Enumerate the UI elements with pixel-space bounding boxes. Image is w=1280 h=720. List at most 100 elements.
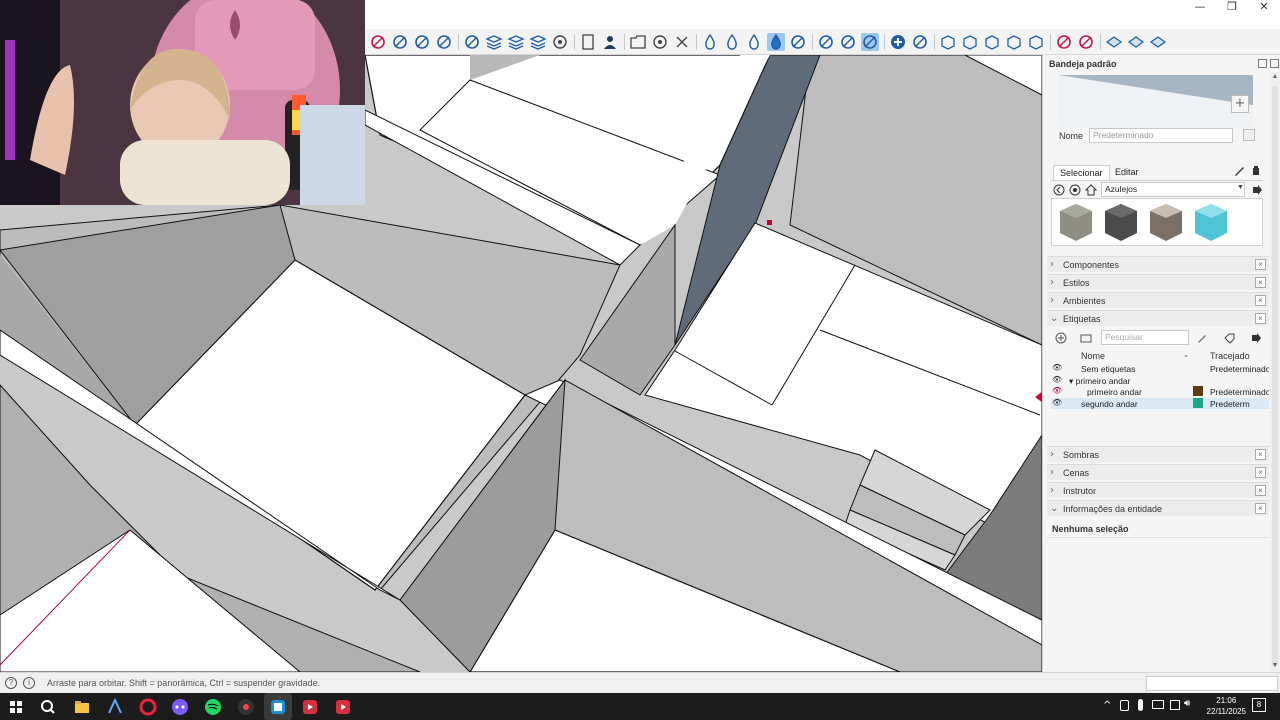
close-x-icon[interactable] bbox=[673, 33, 691, 51]
visibility-eye-icon[interactable]: 👁︎ bbox=[1052, 364, 1062, 372]
drop3-icon[interactable] bbox=[745, 33, 763, 51]
forward-icon[interactable] bbox=[1069, 184, 1081, 196]
material-tile-stone[interactable] bbox=[1055, 201, 1097, 243]
zoom-extents-icon[interactable] bbox=[435, 33, 453, 51]
add-folder-icon[interactable] bbox=[1080, 332, 1092, 344]
paint-bucket-icon[interactable] bbox=[1250, 165, 1262, 177]
usb-icon[interactable] bbox=[1120, 700, 1129, 711]
box1-icon[interactable] bbox=[939, 33, 957, 51]
eyedropper-icon[interactable] bbox=[1233, 165, 1245, 177]
box2-icon[interactable] bbox=[961, 33, 979, 51]
details-arrow-icon[interactable] bbox=[1251, 184, 1263, 196]
add-circle-icon[interactable] bbox=[889, 33, 907, 51]
layer2-icon[interactable] bbox=[507, 33, 525, 51]
measurements-box[interactable] bbox=[1146, 676, 1278, 691]
section-plane-icon[interactable] bbox=[463, 33, 481, 51]
move-icon[interactable] bbox=[1055, 33, 1073, 51]
opera-icon[interactable] bbox=[138, 697, 158, 717]
tab-select[interactable]: Selecionar bbox=[1053, 165, 1110, 181]
search-icon[interactable] bbox=[38, 697, 58, 717]
section-estilos[interactable]: › Estilos × bbox=[1047, 274, 1269, 290]
material-tile-blue[interactable] bbox=[1190, 201, 1232, 243]
flat2-icon[interactable] bbox=[1127, 33, 1145, 51]
flat1-icon[interactable] bbox=[1105, 33, 1123, 51]
visibility-eye-icon[interactable]: 👁︎ bbox=[1052, 387, 1062, 395]
create-material-button[interactable]: + bbox=[1231, 95, 1249, 113]
diamond-icon[interactable] bbox=[789, 33, 807, 51]
duplicate-icon[interactable] bbox=[1243, 129, 1255, 141]
chrome-icon[interactable] bbox=[236, 697, 256, 717]
tag-row[interactable]: 👁︎ ▾ primeiro andar bbox=[1051, 375, 1269, 386]
tag-search-input[interactable]: Pesquisar bbox=[1101, 330, 1189, 345]
close-button[interactable]: ✕ bbox=[1252, 0, 1276, 16]
tag-color-swatch[interactable] bbox=[1193, 386, 1203, 396]
tag-color-swatch[interactable] bbox=[1193, 397, 1203, 408]
magnet2-icon[interactable] bbox=[861, 33, 879, 51]
section-cenas[interactable]: › Cenas × bbox=[1047, 464, 1269, 480]
layer3-icon[interactable] bbox=[529, 33, 547, 51]
section-sombras[interactable]: › Sombras × bbox=[1047, 446, 1269, 462]
app-red2-icon[interactable] bbox=[333, 697, 353, 717]
app-red-icon[interactable] bbox=[300, 697, 320, 717]
arc-app-icon[interactable] bbox=[105, 697, 125, 717]
maximize-button[interactable]: ❐ bbox=[1220, 0, 1244, 16]
flat3-icon[interactable] bbox=[1149, 33, 1167, 51]
orbit-icon[interactable] bbox=[369, 33, 387, 51]
section-etiquetas[interactable]: ⌄ Etiquetas × bbox=[1047, 310, 1269, 326]
tag-name[interactable]: segundo andar bbox=[1081, 399, 1138, 409]
tag-row[interactable]: 👁︎ segundo andar Predeterm bbox=[1051, 397, 1269, 409]
network-icon[interactable] bbox=[1170, 700, 1180, 710]
notification-center-icon[interactable]: 8 bbox=[1252, 698, 1266, 712]
section-informa-es-da-entidade[interactable]: ⌄ Informações da entidade × bbox=[1047, 500, 1269, 516]
name-field[interactable]: Predeterminado bbox=[1089, 128, 1233, 143]
scroll-thumb[interactable] bbox=[1272, 86, 1278, 666]
back-icon[interactable] bbox=[1053, 184, 1065, 196]
close-section-icon[interactable]: × bbox=[1255, 313, 1266, 324]
pan-icon[interactable] bbox=[391, 33, 409, 51]
zoom-icon[interactable] bbox=[413, 33, 431, 51]
close-section-icon[interactable]: × bbox=[1255, 277, 1266, 288]
clock[interactable]: 21:06 22/11/2025 bbox=[1207, 695, 1246, 717]
close-section-icon[interactable]: × bbox=[1255, 449, 1266, 460]
tag-name[interactable]: Sem etiquetas bbox=[1081, 364, 1135, 374]
mic-icon[interactable] bbox=[1138, 699, 1143, 711]
box3-icon[interactable] bbox=[983, 33, 1001, 51]
drop1-icon[interactable] bbox=[701, 33, 719, 51]
cursor-icon[interactable] bbox=[817, 33, 835, 51]
home-icon[interactable] bbox=[1085, 184, 1097, 196]
eyedrop-icon[interactable] bbox=[911, 33, 929, 51]
file-explorer-icon[interactable] bbox=[72, 697, 92, 717]
scroll-up-icon[interactable]: ▲ bbox=[1271, 73, 1279, 81]
tag-row[interactable]: 👁︎ primeiro andar Predeterminado bbox=[1051, 386, 1269, 397]
visibility-eye-icon[interactable]: 👁︎ bbox=[1052, 375, 1062, 384]
material-tile-dark[interactable] bbox=[1100, 201, 1142, 243]
settings-icon[interactable] bbox=[651, 33, 669, 51]
discord-icon[interactable] bbox=[170, 697, 190, 717]
magnet1-icon[interactable] bbox=[839, 33, 857, 51]
scroll-down-icon[interactable]: ▼ bbox=[1271, 662, 1279, 670]
close-tray-icon[interactable] bbox=[1270, 59, 1279, 68]
rotate-icon[interactable] bbox=[1077, 33, 1095, 51]
tray-scrollbar[interactable]: ▲ ▼ bbox=[1270, 72, 1280, 672]
section-ambientes[interactable]: › Ambientes × bbox=[1047, 292, 1269, 308]
pencil-icon[interactable] bbox=[1196, 332, 1208, 344]
material-tile-checker[interactable] bbox=[1145, 201, 1187, 243]
tag-details-icon[interactable] bbox=[1250, 332, 1262, 344]
sketchup-active-tab[interactable] bbox=[264, 693, 292, 720]
drop4-icon[interactable] bbox=[767, 33, 785, 51]
tag-dash[interactable]: Predeterminado bbox=[1210, 364, 1269, 374]
tag-name[interactable]: ▾ primeiro andar bbox=[1069, 376, 1130, 387]
close-section-icon[interactable]: × bbox=[1255, 295, 1266, 306]
visibility-eye-icon[interactable]: 👁︎ bbox=[1052, 398, 1062, 407]
tag-icon[interactable] bbox=[1223, 332, 1235, 344]
page-icon[interactable] bbox=[579, 33, 597, 51]
pin-icon[interactable] bbox=[1258, 59, 1267, 68]
target-icon[interactable] bbox=[551, 33, 569, 51]
display-icon[interactable] bbox=[1152, 700, 1164, 709]
tag-col-dash[interactable]: Tracejado bbox=[1210, 351, 1250, 361]
spotify-icon[interactable] bbox=[203, 697, 223, 717]
library-select[interactable]: Azulejos bbox=[1101, 182, 1245, 197]
close-section-icon[interactable]: × bbox=[1255, 259, 1266, 270]
info-icon[interactable]: i bbox=[23, 677, 35, 689]
section-instrutor[interactable]: › Instrutor × bbox=[1047, 482, 1269, 498]
